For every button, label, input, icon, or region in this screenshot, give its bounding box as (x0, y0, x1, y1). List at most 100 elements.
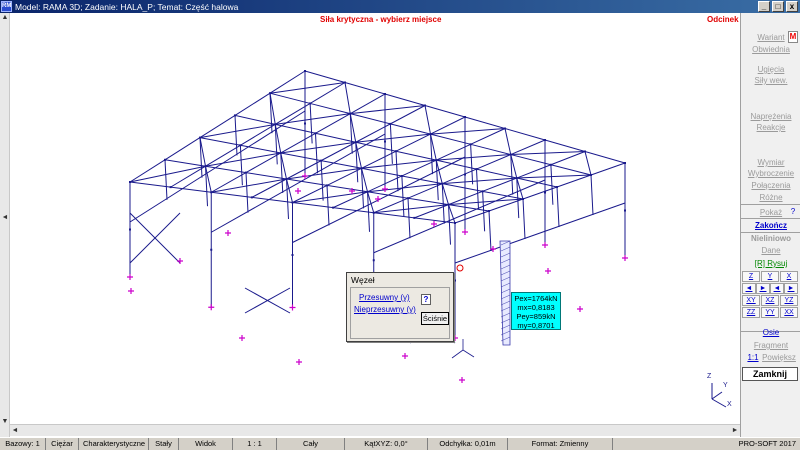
support-marker (462, 229, 468, 235)
help-icon[interactable]: ? (788, 207, 798, 217)
powieksz-button[interactable]: Powiększ (749, 353, 800, 362)
member-line (516, 174, 592, 179)
view-x-button[interactable]: X (780, 271, 798, 282)
wybroczenie-button[interactable]: Wybroczenie (741, 169, 800, 178)
wariant-marker[interactable]: M (788, 31, 798, 43)
support-marker (177, 258, 183, 264)
node-dot (389, 122, 392, 125)
member-line (309, 103, 313, 144)
node-dot (239, 144, 242, 147)
ugiecia-button[interactable]: Ugięcia (741, 65, 800, 74)
dialog-title: Węzeł (351, 275, 375, 285)
view-xx-button[interactable]: XX (780, 307, 798, 318)
status-ciezar[interactable]: Ciężar (46, 438, 79, 450)
minimize-button[interactable]: _ (758, 1, 770, 12)
horizontal-scrollbar[interactable]: ◄ ► (10, 424, 740, 436)
node-dot (469, 143, 472, 146)
member-line (361, 167, 402, 177)
support-marker (622, 255, 628, 261)
nieprzesuwny-option[interactable]: Nieprzesuwny (y) (354, 305, 416, 314)
node-dot (199, 136, 201, 139)
member-line (129, 181, 171, 188)
status-staly[interactable]: Stały (149, 438, 179, 450)
member-line (544, 139, 586, 152)
support-marker (577, 306, 583, 312)
fragment-button[interactable]: Fragment (741, 341, 800, 350)
status-caly[interactable]: Cały (277, 438, 345, 450)
status-skala[interactable]: 1 : 1 (233, 438, 277, 450)
member-line (407, 197, 449, 206)
node-dot (509, 153, 512, 156)
zamknij-button[interactable]: Zamknij (742, 367, 798, 381)
scroll-up-icon[interactable]: ▲ (0, 13, 10, 23)
member-line (556, 174, 592, 188)
maximize-button[interactable]: □ (772, 1, 784, 12)
member-line (309, 82, 346, 104)
result-line-mx: mx=0,8183 (517, 303, 555, 312)
polaczenia-button[interactable]: Połączenia (741, 181, 800, 190)
member-line (464, 116, 506, 129)
tilt-right-icon[interactable]: ► (784, 283, 798, 294)
view-xy-button[interactable]: XY (742, 295, 760, 306)
scroll-right-icon[interactable]: ► (730, 426, 740, 436)
rotate-right-icon[interactable]: ► (756, 283, 770, 294)
view-yz-button[interactable]: YZ (780, 295, 798, 306)
node-dot (544, 139, 546, 141)
result-line-my: my=0,8701 (517, 321, 555, 330)
naprezenia-button[interactable]: Naprężenia (741, 112, 800, 121)
structure-model[interactable] (0, 13, 740, 424)
member-line (424, 105, 466, 118)
view-yy-button[interactable]: YY (761, 307, 779, 318)
rotate-left-icon[interactable]: ◄ (742, 283, 756, 294)
rysuj-button[interactable]: [R] Rysuj (741, 259, 800, 268)
selected-node-marker (456, 264, 464, 272)
zakoncz-button[interactable]: Zakończ (741, 221, 800, 230)
scroll-down-icon[interactable]: ▼ (0, 417, 10, 427)
status-widok[interactable]: Widok (179, 438, 233, 450)
przesuwny-option[interactable]: Przesuwny (y) (359, 293, 410, 302)
view-y-button[interactable]: Y (761, 271, 779, 282)
member-line (476, 168, 517, 179)
support-marker (545, 268, 551, 274)
vertical-scrollbar[interactable]: ▲ ◄ ▼ (0, 13, 10, 437)
view-xz-button[interactable]: XZ (761, 295, 779, 306)
member-line (129, 165, 206, 183)
rozne-button[interactable]: Różne (741, 193, 800, 202)
close-window-button[interactable]: x (786, 1, 798, 12)
dialog-close-button[interactable]: Ściśnie (421, 312, 449, 325)
node-dot (515, 177, 518, 180)
node-dot (204, 165, 207, 168)
sily-wew-button[interactable]: Siły wew. (741, 76, 800, 85)
member-line (164, 159, 206, 167)
reakcje-button[interactable]: Reakcje (741, 123, 800, 132)
status-kat[interactable]: KątXYZ: 0,0° (345, 438, 428, 450)
member-line (584, 151, 626, 164)
node-dot (590, 174, 592, 176)
canvas-hint: Siła krytyczna - wybierz miejsce (320, 15, 442, 24)
view-zz-button[interactable]: ZZ (742, 307, 760, 318)
window-title: Model: RAMA 3D; Zadanie: HALA_P; Temat: … (15, 1, 239, 12)
member-line (504, 128, 512, 155)
status-format[interactable]: Format: Zmienny (508, 438, 613, 450)
status-odchylka[interactable]: Odchyłka: 0,01m (428, 438, 508, 450)
osie-button[interactable]: Osie (741, 328, 800, 337)
wymiar-button[interactable]: Wymiar (741, 158, 800, 167)
view-z-button[interactable]: Z (742, 271, 760, 282)
nieliniowo-button[interactable]: Nieliniowo (741, 234, 800, 243)
obwiednia-button[interactable]: Obwiednia (741, 45, 800, 54)
dane-button[interactable]: Dane (741, 246, 800, 255)
scroll-thumb-icon[interactable]: ◄ (0, 213, 10, 223)
member-line (269, 92, 311, 104)
member-line (205, 165, 247, 174)
scroll-left-icon[interactable]: ◄ (10, 426, 20, 436)
node-dot (454, 222, 456, 224)
member-line (164, 137, 201, 161)
tilt-left-icon[interactable]: ◄ (770, 283, 784, 294)
drawing-canvas[interactable]: Z Y X (0, 13, 740, 437)
support-marker (239, 335, 245, 341)
dialog-help-icon[interactable]: ? (421, 294, 431, 305)
status-bazowy[interactable]: Bazowy: 1 (0, 438, 46, 450)
node-dot (320, 159, 323, 162)
status-charakterystyczne[interactable]: Charakterystyczne (79, 438, 149, 450)
member-line (240, 144, 281, 154)
